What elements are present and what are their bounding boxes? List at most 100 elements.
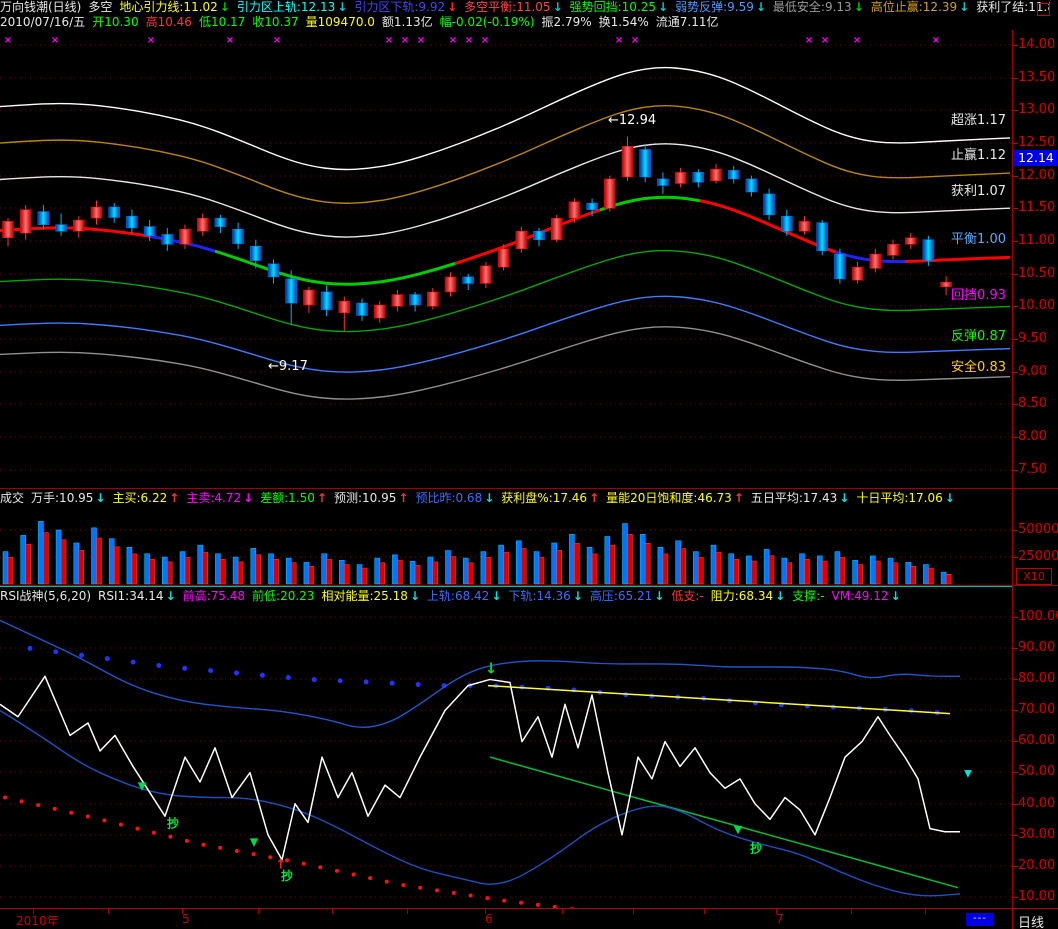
- axis-tick: [1013, 143, 1018, 144]
- rsi-header-row: RSI战神(5,6,20) RSI1:34.14 ↓ 前高:75.48 前低:20.23…: [0, 587, 1005, 606]
- ohlc-readout: 振2.79%: [541, 15, 592, 29]
- time-axis[interactable]: 2010年 --- 日线 5 6 7: [0, 908, 1058, 929]
- year-label: 2010年: [16, 914, 59, 928]
- trend-arrow-icon: ↓: [219, 0, 230, 14]
- price-tick-label: 10.00: [1018, 298, 1056, 313]
- band-label: 止赢1.12: [951, 148, 1006, 163]
- ohlc-readout: 低10.17: [198, 15, 246, 29]
- rsi-tick-label: 90.00: [1018, 640, 1056, 655]
- rsi-tick-label: 30.00: [1018, 827, 1056, 842]
- trend-arrow-icon: ↓: [552, 0, 563, 14]
- volume-header-row: 成交 万手:10.95 ↓ 主买:6.22 ↑ 主卖:4.72 ↓ 差额:1.50 ↑ 预测:10…: [0, 489, 1005, 508]
- period-label[interactable]: 日线: [1018, 912, 1044, 929]
- price-tick-label: 14.00: [1018, 37, 1056, 52]
- volume-indicator-readout: 十日平均:17.06: [856, 491, 943, 505]
- trend-arrow-icon: ↓: [243, 491, 254, 505]
- indicator-readout: 多空: [88, 0, 113, 14]
- price-tick-label: 12.00: [1018, 168, 1056, 183]
- month-label: 6: [485, 912, 493, 926]
- axis-tick: [1013, 274, 1018, 275]
- axis-tick: [1013, 804, 1018, 805]
- month-label: 7: [776, 912, 784, 926]
- axis-tick: [776, 909, 777, 914]
- axis-tick: [1013, 470, 1018, 471]
- price-tick-label: 13.50: [1018, 70, 1056, 85]
- band-label: 回挡0.93: [951, 288, 1006, 303]
- axis-tick: [1013, 372, 1018, 373]
- rsi-indicator-readout: 高压:65.21: [589, 589, 653, 603]
- rsi-indicator-readout: 下轨:14.36: [508, 589, 571, 603]
- window-corner-icon[interactable]: [1037, 3, 1050, 16]
- candles-group: [2, 136, 952, 332]
- rsi-signal-markers: ▼抄▼↑抄↓▼抄▼: [138, 660, 972, 884]
- trend-arrow-icon: ↓: [572, 589, 583, 603]
- axis-divider: [1012, 909, 1013, 929]
- axis-tick: [1013, 772, 1018, 773]
- trend-arrow-icon: ↓: [654, 589, 665, 603]
- trend-arrow-icon: ↑: [169, 491, 180, 505]
- svg-text:×: ×: [51, 35, 59, 46]
- price-tick-label: 12.50: [1018, 135, 1056, 150]
- svg-text:▼: ▼: [250, 836, 259, 849]
- rsi-gridlines: [0, 616, 1012, 898]
- trend-arrow-icon: ↓: [484, 491, 495, 505]
- rsi-indicator-readout: RSI1:34.14: [98, 589, 164, 603]
- volume-indicator-readout: 获利盘%:17.46: [501, 491, 588, 505]
- indicator-readout: 高位止赢:12.39: [870, 0, 958, 14]
- rsi-upper-band: [0, 619, 960, 728]
- axis-tick: [704, 909, 705, 914]
- svg-text:×: ×: [417, 35, 425, 46]
- price-tick-label: 11.00: [1018, 233, 1056, 248]
- trend-arrow-icon: ↑: [733, 491, 744, 505]
- svg-text:×: ×: [385, 35, 393, 46]
- axis-tick: [1013, 648, 1018, 649]
- rsi-indicator-readout: 上轨:68.42: [426, 589, 490, 603]
- volume-multiplier-badge: X10: [1016, 568, 1052, 585]
- volume-indicator-readout: 差额:1.50: [260, 491, 315, 505]
- trend-arrow-icon: ↓: [447, 0, 458, 14]
- scrollbar-thumb[interactable]: ---: [966, 913, 994, 926]
- rsi-chart-pane[interactable]: ▼抄▼↑抄↓▼抄▼: [0, 607, 1012, 908]
- trend-arrow-icon: ↓: [658, 0, 669, 14]
- axis-tick: [925, 909, 926, 914]
- price-tick-label: 10.50: [1018, 266, 1056, 281]
- ohlc-readout: 高10.46: [145, 15, 192, 29]
- indicator-header-row-1: 万向钱潮(日线) 多空 地心引力线:11.02 ↓ 引力区上轨:12.13 ↓ 引力区下轨:…: [0, 0, 1050, 15]
- trend-arrow-icon: ↓: [491, 589, 502, 603]
- rsi-indicator-readout: 前高:75.48: [182, 589, 246, 603]
- axis-tick: [1013, 176, 1018, 177]
- ohlc-readout: 收10.37: [252, 15, 299, 29]
- svg-text:抄: 抄: [750, 840, 762, 855]
- volume-indicator-readout: 主买:6.22: [112, 491, 168, 505]
- trend-arrow-icon: ↓: [890, 589, 901, 603]
- rsi-tick-label: 50.00: [1018, 764, 1056, 779]
- svg-text:抄: 抄: [281, 868, 293, 883]
- axis-tick: [407, 909, 408, 914]
- axis-tick: [633, 909, 634, 914]
- ohlc-readout: 2010/07/16/五: [0, 15, 86, 29]
- yellow-trendline: [487, 684, 951, 715]
- indicator-readout: 多空平衡:11.05: [464, 0, 551, 14]
- trend-arrow-icon: ↑: [316, 491, 327, 505]
- ohlc-readout: 换1.54%: [598, 15, 649, 29]
- svg-text:▼: ▼: [734, 823, 743, 836]
- trend-arrow-icon: ↓: [775, 589, 786, 603]
- svg-text:×: ×: [932, 35, 940, 46]
- volume-chart-pane[interactable]: [0, 508, 1012, 586]
- band-label: 超涨1.17: [951, 113, 1006, 128]
- rsi-tick-label: 20.00: [1018, 858, 1056, 873]
- svg-text:↓: ↓: [485, 660, 498, 678]
- candlestick-chart-pane[interactable]: × × × × × × × × × × × × × × × × × ←12.94 ←9.17: [0, 30, 1012, 488]
- volume-indicator-readout: 预测:10.95: [333, 491, 397, 505]
- svg-text:×: ×: [226, 35, 234, 46]
- volume-indicator-readout: 量能20日饱和度:46.73: [606, 491, 732, 505]
- svg-text:←9.17: ←9.17: [268, 359, 308, 374]
- rsi-line: [0, 675, 960, 861]
- rsi-tick-label: 100.00: [1018, 609, 1058, 624]
- axis-tick: [1013, 241, 1018, 242]
- rsi-indicator-readout: 相对能量:25.18: [321, 589, 408, 603]
- band-label: 获利1.07: [951, 184, 1006, 199]
- indicator-readout: 万向钱潮(日线): [0, 0, 82, 14]
- volume-bars-group: [2, 521, 952, 585]
- price-tick-label: 8.00: [1018, 429, 1047, 444]
